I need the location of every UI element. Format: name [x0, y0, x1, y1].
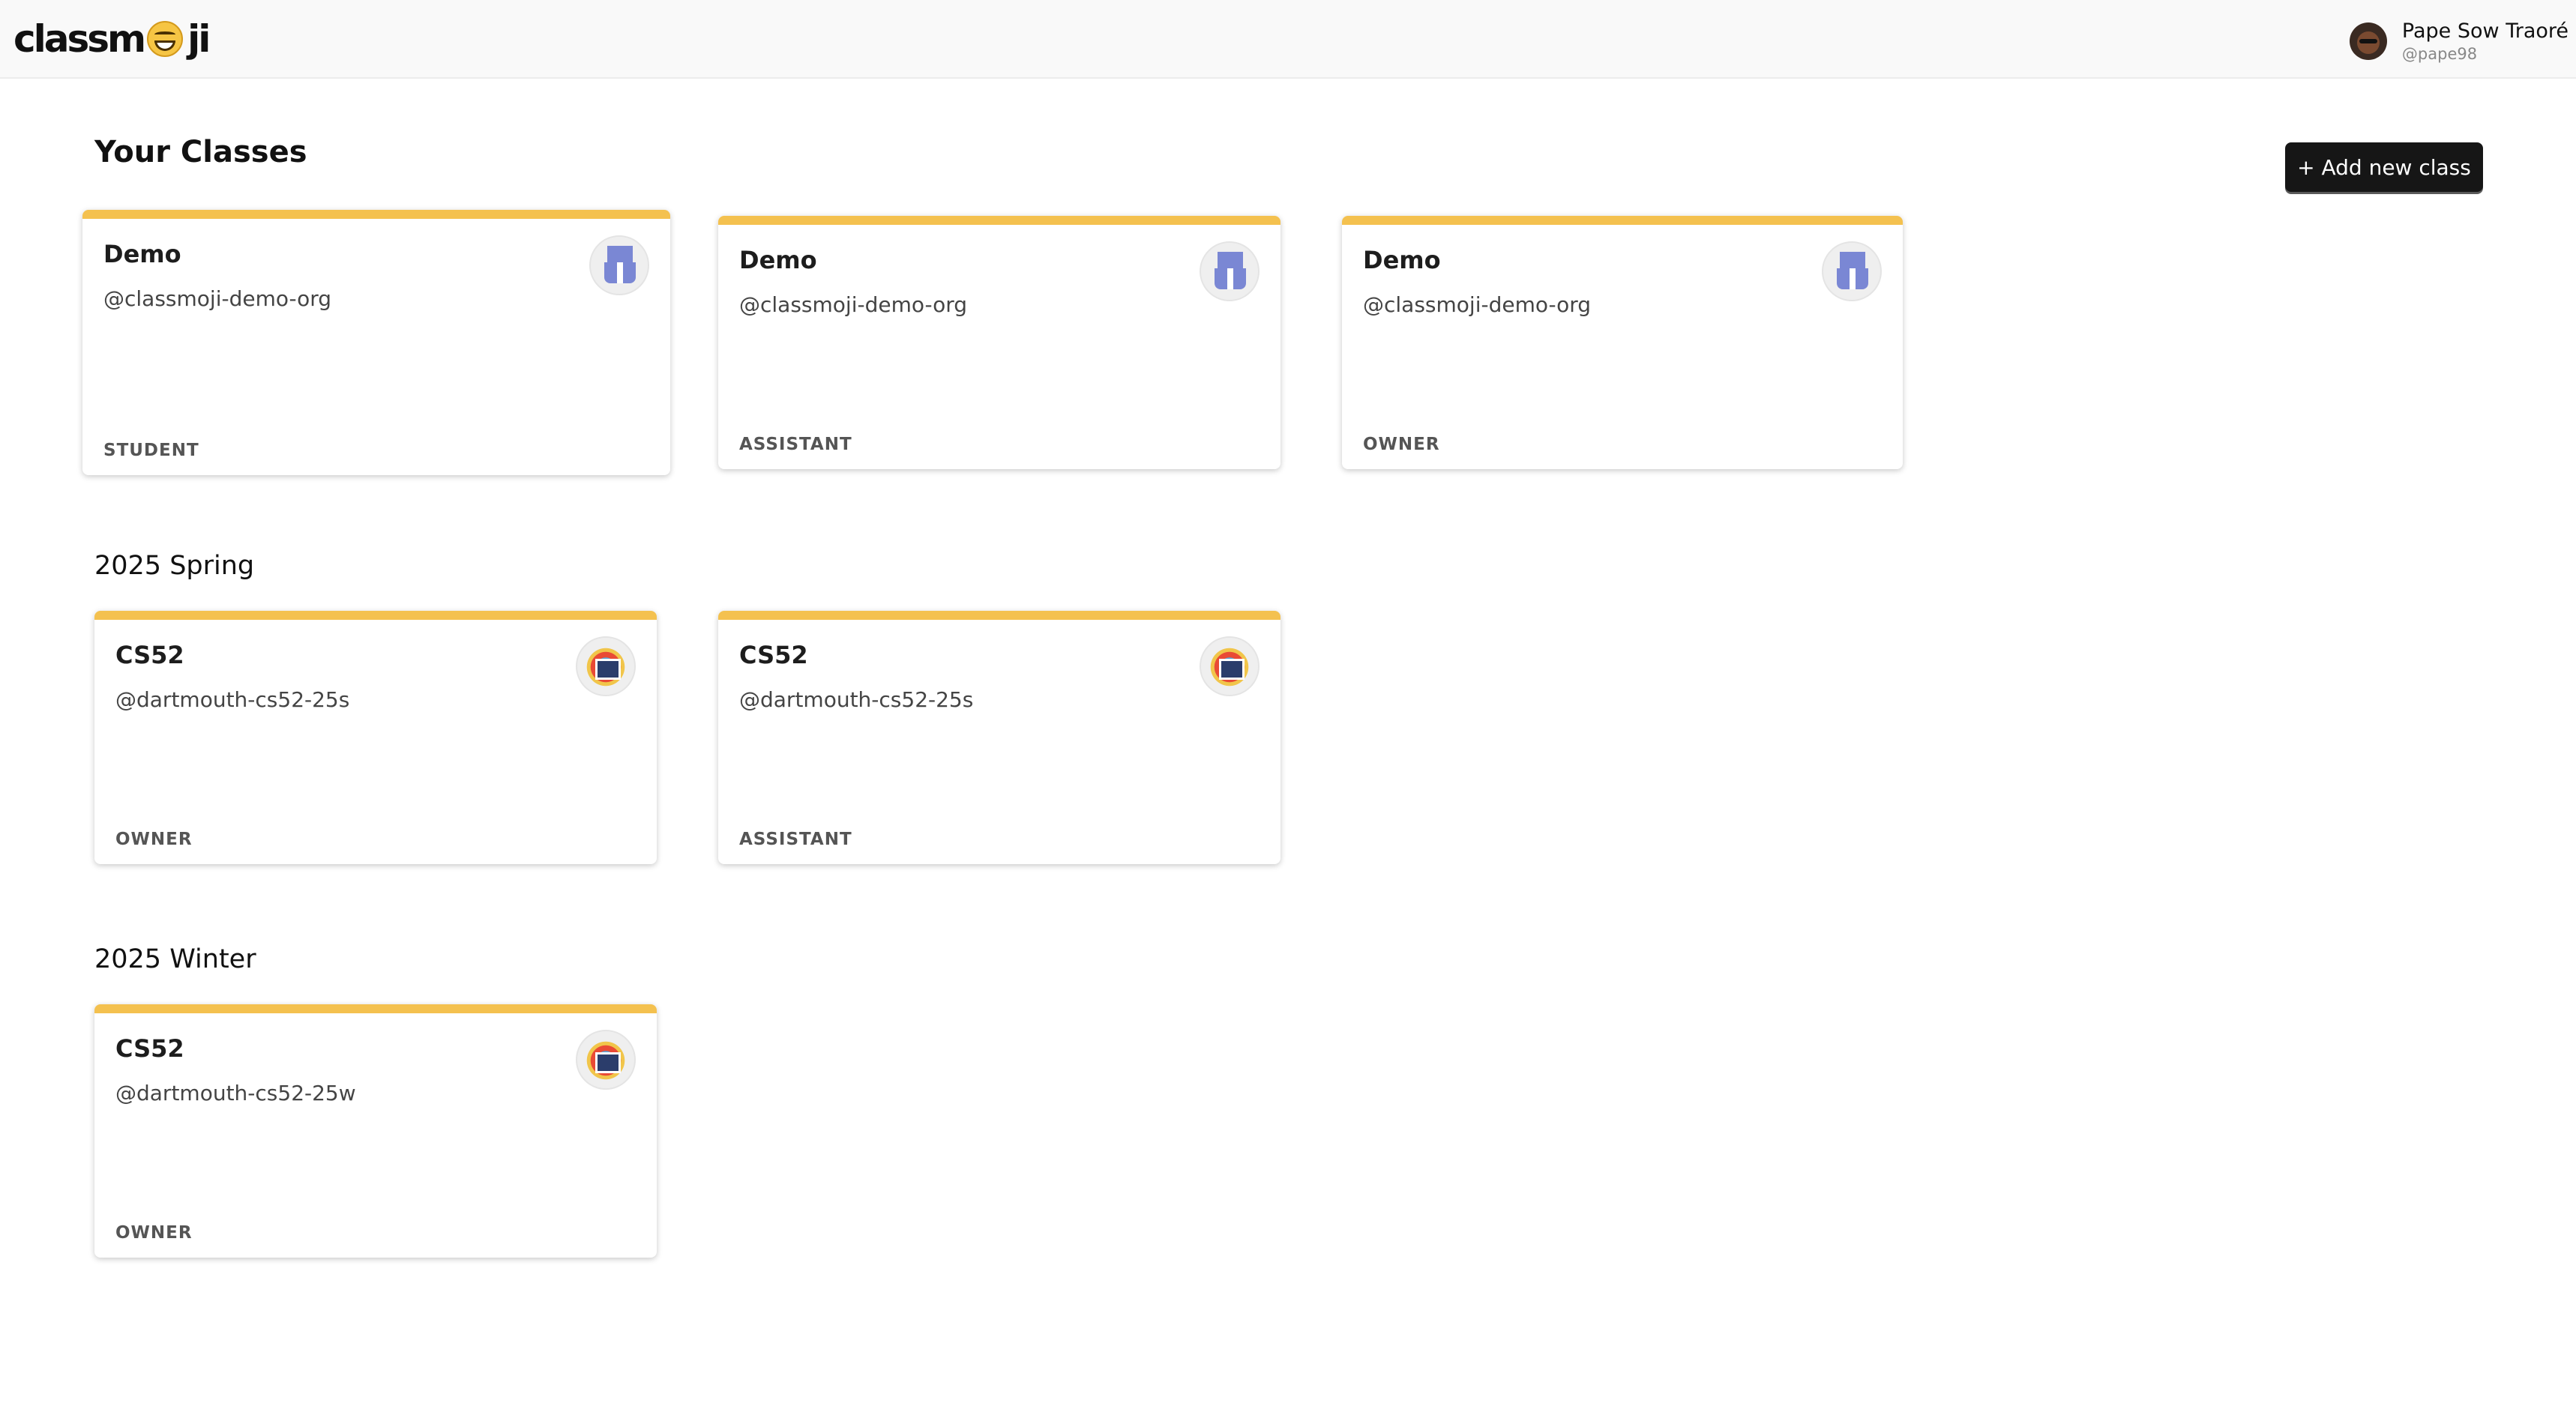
- class-org: @classmoji-demo-org: [1363, 292, 1592, 317]
- class-title: Demo: [103, 240, 181, 268]
- user-menu[interactable]: Pape Sow Traoré @pape98: [2349, 18, 2569, 64]
- class-card[interactable]: CS52 @dartmouth-cs52-25s ASSISTANT: [718, 611, 1281, 864]
- class-org: @dartmouth-cs52-25s: [739, 687, 974, 712]
- class-org: @dartmouth-cs52-25w: [115, 1081, 356, 1105]
- org-logo-icon: [1200, 636, 1260, 696]
- class-role: OWNER: [115, 830, 193, 849]
- user-handle: @pape98: [2401, 45, 2478, 63]
- org-logo-icon: [576, 636, 636, 696]
- class-role: OWNER: [115, 1223, 193, 1243]
- class-card[interactable]: Demo @classmoji-demo-org STUDENT: [82, 210, 670, 475]
- class-role: OWNER: [1363, 435, 1440, 454]
- logo-text-left: classm: [13, 17, 146, 61]
- grinning-sweat-emoji-icon: [147, 21, 184, 57]
- class-title: Demo: [1363, 246, 1441, 274]
- class-title: CS52: [115, 641, 184, 669]
- org-logo-icon: [1822, 241, 1882, 301]
- top-header: classm ji Pape Sow Traoré @pape98: [0, 0, 2576, 79]
- class-role: STUDENT: [103, 441, 199, 460]
- class-org: @classmoji-demo-org: [739, 292, 968, 317]
- class-title: Demo: [739, 246, 817, 274]
- class-title: CS52: [115, 1034, 184, 1063]
- app-logo[interactable]: classm ji: [13, 13, 211, 64]
- class-role: ASSISTANT: [739, 435, 852, 454]
- class-title: CS52: [739, 641, 808, 669]
- class-card[interactable]: Demo @classmoji-demo-org ASSISTANT: [718, 216, 1281, 469]
- add-new-class-button[interactable]: + Add new class: [2285, 142, 2483, 192]
- org-logo-icon: [1200, 241, 1260, 301]
- org-logo-icon: [589, 235, 649, 295]
- class-card[interactable]: Demo @classmoji-demo-org OWNER: [1342, 216, 1903, 469]
- avatar[interactable]: [2349, 22, 2387, 60]
- org-logo-icon: [576, 1030, 636, 1090]
- class-role: ASSISTANT: [739, 830, 852, 849]
- class-org: @dartmouth-cs52-25s: [115, 687, 350, 712]
- class-org: @classmoji-demo-org: [103, 286, 332, 311]
- term-heading: 2025 Winter: [94, 944, 256, 974]
- class-card[interactable]: CS52 @dartmouth-cs52-25w OWNER: [94, 1004, 657, 1258]
- term-heading: 2025 Spring: [94, 551, 255, 581]
- page-title: Your Classes: [94, 135, 307, 169]
- logo-text-right: ji: [187, 17, 211, 61]
- user-name: Pape Sow Traoré: [2401, 19, 2569, 43]
- class-card[interactable]: CS52 @dartmouth-cs52-25s OWNER: [94, 611, 657, 864]
